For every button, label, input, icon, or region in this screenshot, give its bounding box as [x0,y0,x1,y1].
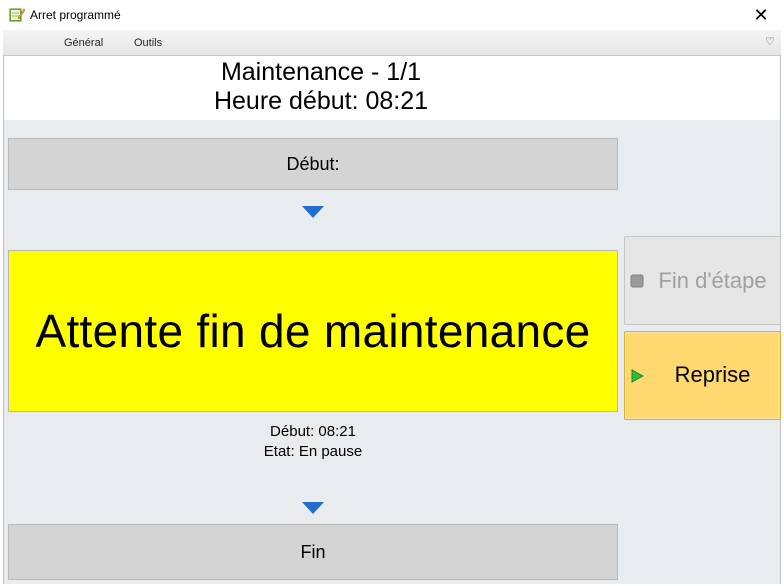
title-bar: Arret programmé ✕ [0,0,784,30]
header: Maintenance - 1/1 Heure début: 08:21 [4,56,780,120]
reprise-label: Reprise [674,362,751,387]
tab-general[interactable]: Général [64,37,103,49]
window-title: Arret programmé [30,8,121,22]
step-start-label: Début: [286,153,340,174]
header-start-time: Heure début: 08:21 [213,87,429,115]
current-step-start: Début: 08:21 [270,423,356,440]
current-step: Attente fin de maintenance [8,250,618,412]
main-content: Maintenance - 1/1 Heure début: 08:21 Déb… [3,56,781,584]
ribbon-collapse-icon[interactable]: ♡ [765,35,775,48]
current-step-label: Attente fin de maintenance [35,305,591,357]
notebook-pencil-icon [9,8,25,22]
step-end: Fin [8,524,618,580]
reprise-button[interactable]: Reprise [624,331,781,420]
current-step-state: Etat: En pause [263,443,363,460]
fin-etape-label: Fin d'étape [658,268,767,293]
step-end-label: Fin [300,541,326,562]
triangle-down-icon [302,206,324,218]
close-icon: ✕ [753,4,769,25]
triangle-down-icon [302,502,324,514]
header-title: Maintenance - 1/1 [220,58,422,86]
fin-etape-button[interactable]: Fin d'étape [624,236,781,325]
step-start: Début: [8,138,618,190]
close-button[interactable]: ✕ [738,0,784,30]
ribbon: Général Outils ♡ [3,30,781,56]
tab-outils[interactable]: Outils [134,37,162,49]
